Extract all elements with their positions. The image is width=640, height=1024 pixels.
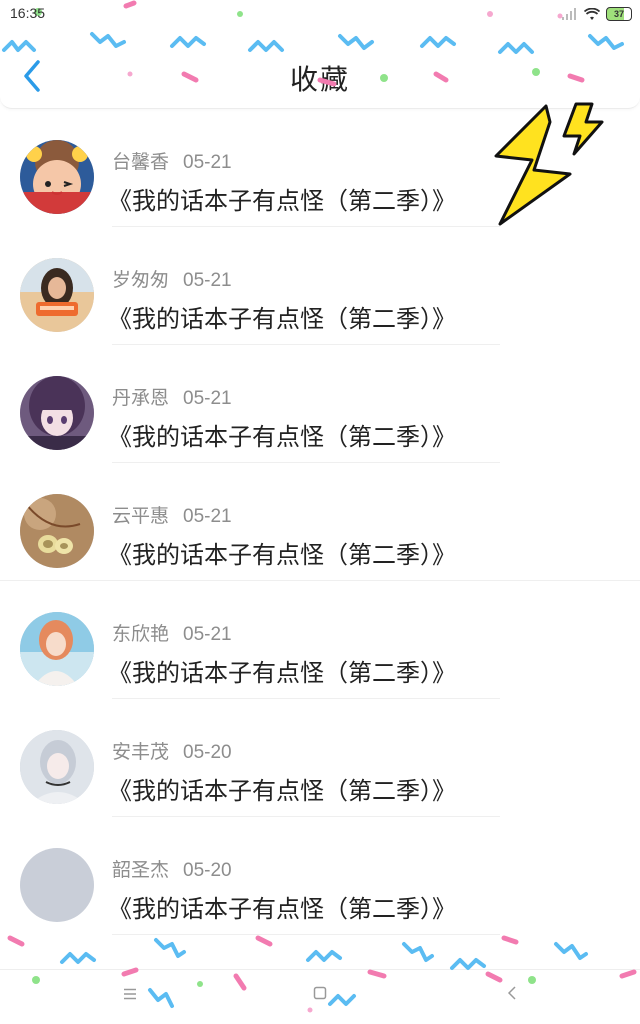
- divider: [112, 934, 500, 935]
- avatar[interactable]: [20, 258, 94, 332]
- user-name: 安丰茂: [112, 741, 170, 763]
- favorite-date: 05-20: [183, 742, 232, 763]
- menu-icon: [124, 988, 136, 1000]
- user-name: 岁匆匆: [112, 269, 170, 291]
- book-title[interactable]: 《我的话本子有点怪（第二季）》: [108, 299, 456, 334]
- user-name: 东欣艳: [112, 623, 170, 645]
- favorite-meta: 云平惠 05-21: [112, 501, 232, 528]
- page-title: 收藏: [289, 63, 350, 96]
- book-title[interactable]: 《我的话本子有点怪（第二季）》: [108, 417, 456, 452]
- avatar[interactable]: [20, 376, 94, 450]
- nav-back-button[interactable]: [497, 984, 527, 1010]
- favorite-meta: 韶圣杰 05-20: [112, 855, 232, 882]
- favorite-date: 05-21: [183, 624, 232, 645]
- triangle-back-icon: [507, 986, 516, 1000]
- nav-menu-button[interactable]: [115, 984, 145, 1010]
- user-name: 台馨香: [112, 151, 170, 173]
- status-icons: 37: [562, 6, 632, 22]
- favorite-meta: 岁匆匆 05-21: [112, 265, 232, 292]
- user-name: 丹承恩: [112, 387, 170, 409]
- favorite-date: 05-21: [183, 388, 232, 409]
- list-item[interactable]: 丹承恩 05-21 《我的话本子有点怪（第二季）》: [0, 345, 640, 463]
- list-item[interactable]: 韶圣杰 05-20 《我的话本子有点怪（第二季）》: [0, 817, 640, 935]
- book-title[interactable]: 《我的话本子有点怪（第二季）》: [108, 889, 456, 924]
- status-time: 16:35: [10, 5, 46, 21]
- favorite-date: 05-20: [183, 860, 232, 881]
- favorites-list: 台馨香 05-21 《我的话本子有点怪（第二季）》 岁匆匆 05-21 《我的话本子…: [0, 109, 640, 935]
- signal-icon: [562, 8, 576, 20]
- book-title[interactable]: 《我的话本子有点怪（第二季）》: [108, 653, 456, 688]
- user-name: 韶圣杰: [112, 859, 170, 881]
- avatar[interactable]: [20, 140, 94, 214]
- avatar[interactable]: [20, 848, 94, 922]
- nav-home-button[interactable]: [305, 984, 335, 1010]
- battery-indicator: 37: [606, 7, 632, 21]
- list-item[interactable]: 安丰茂 05-20 《我的话本子有点怪（第二季）》: [0, 699, 640, 817]
- avatar[interactable]: [20, 730, 94, 804]
- status-bar: 16:35 37: [0, 0, 640, 28]
- wifi-icon: [584, 7, 600, 20]
- favorite-meta: 安丰茂 05-20: [112, 737, 232, 764]
- favorite-date: 05-21: [183, 270, 232, 291]
- favorite-date: 05-21: [183, 506, 232, 527]
- favorite-meta: 台馨香 05-21: [112, 147, 232, 174]
- book-title[interactable]: 《我的话本子有点怪（第二季）》: [108, 181, 456, 216]
- book-title[interactable]: 《我的话本子有点怪（第二季）》: [108, 771, 456, 806]
- square-icon: [313, 986, 327, 1000]
- list-item[interactable]: 岁匆匆 05-21 《我的话本子有点怪（第二季）》: [0, 227, 640, 345]
- favorite-meta: 东欣艳 05-21: [112, 619, 232, 646]
- lightning-bolt-icon: [494, 102, 604, 226]
- favorite-meta: 丹承恩 05-21: [112, 383, 232, 410]
- book-title[interactable]: 《我的话本子有点怪（第二季）》: [108, 535, 456, 570]
- system-nav-bar: [0, 969, 640, 1024]
- list-item[interactable]: 东欣艳 05-21 《我的话本子有点怪（第二季）》: [0, 581, 640, 699]
- favorite-date: 05-21: [183, 152, 232, 173]
- list-item[interactable]: 云平惠 05-21 《我的话本子有点怪（第二季）》: [0, 463, 640, 581]
- avatar[interactable]: [20, 612, 94, 686]
- avatar[interactable]: [20, 494, 94, 568]
- user-name: 云平惠: [112, 505, 170, 527]
